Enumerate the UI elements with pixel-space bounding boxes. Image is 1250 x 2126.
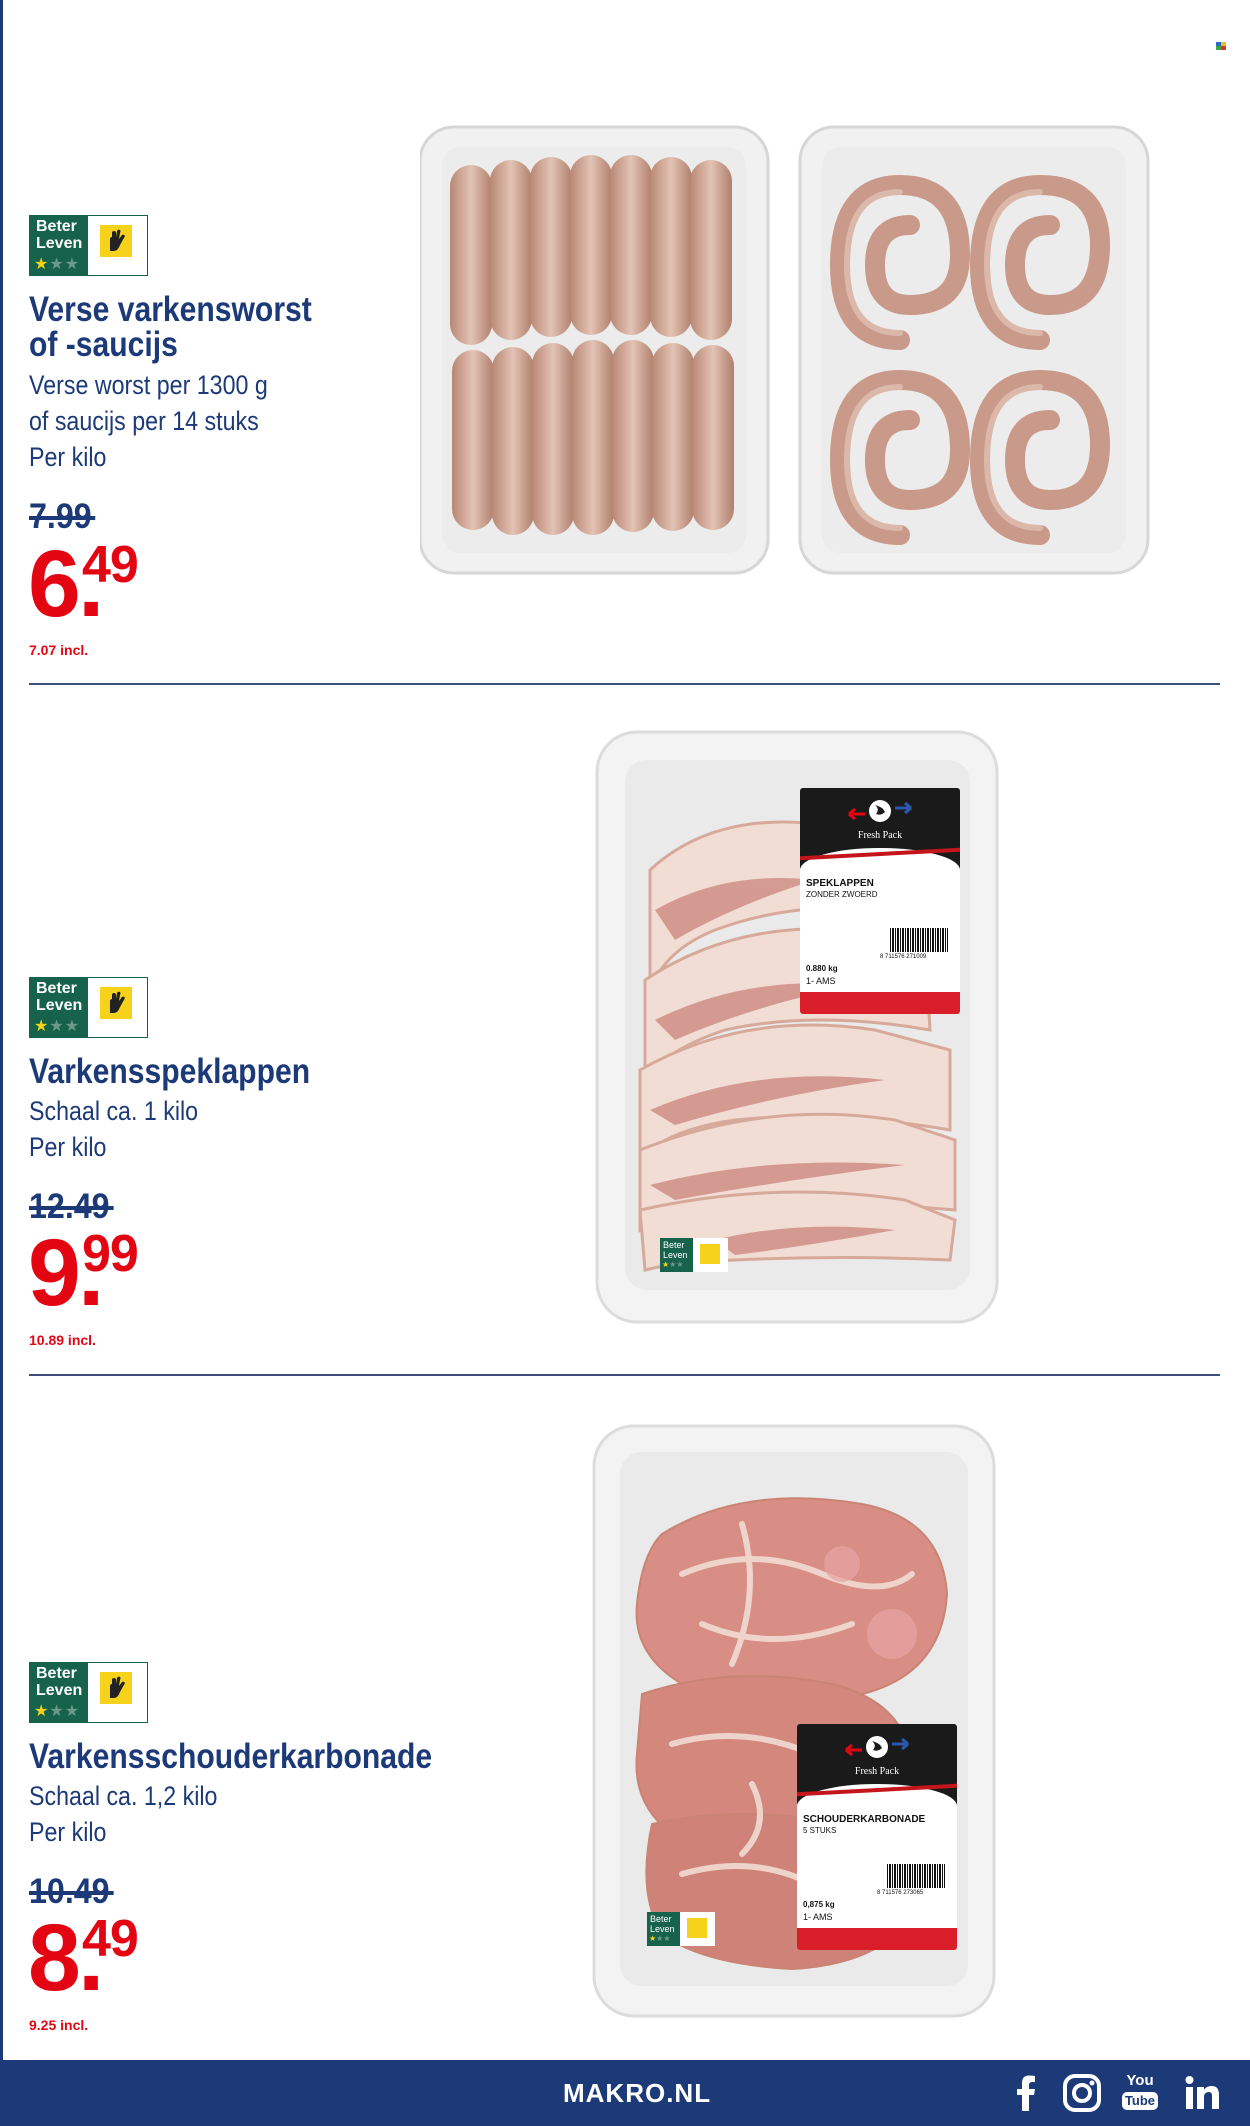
- hand-icon: [100, 987, 132, 1019]
- star-rating-icon: ★★★: [34, 256, 81, 273]
- product-detail-1: Schaal ca. 1 kilo: [29, 1096, 199, 1126]
- price-dot: .: [78, 531, 104, 637]
- mini-beter-leven-logo: Beter Leven ★★★: [647, 1912, 715, 1946]
- package-product: SPEKLAPPEN: [806, 878, 874, 889]
- star-rating-icon: ★★★: [34, 1018, 81, 1035]
- price-main: 8: [28, 1905, 81, 2011]
- package-weight: 0,875 kg: [803, 1900, 835, 1909]
- package-brand: Fresh Pack: [854, 1766, 900, 1777]
- globe-icon: [845, 1736, 909, 1758]
- product-detail-3: Per kilo: [29, 442, 107, 472]
- price-incl-vat: 7.07 incl.: [29, 642, 89, 658]
- facebook-icon[interactable]: [1006, 2073, 1046, 2113]
- hand-icon: [100, 1672, 132, 1704]
- star-rating-icon: ★★★: [34, 1703, 81, 1720]
- product-detail-2: of saucijs per 14 stuks: [29, 406, 259, 436]
- price-dot: .: [78, 1220, 104, 1326]
- youtube-text-you: You: [1126, 2072, 1154, 2089]
- product-detail-2: Per kilo: [29, 1132, 107, 1162]
- instagram-icon[interactable]: [1062, 2073, 1102, 2113]
- product-detail-1: Verse worst per 1300 g: [29, 370, 268, 400]
- beter-leven-word-2: Leven: [36, 235, 83, 252]
- package-barcode-number: 8 711576 273065: [877, 1890, 924, 1896]
- section-divider: [29, 683, 1220, 685]
- mini-logo-word-1: Beter: [650, 1914, 672, 1924]
- product-detail-2: Per kilo: [29, 1817, 107, 1847]
- product-title: Verse varkensworst of -saucijs: [29, 292, 312, 362]
- beter-leven-logo: Beter Leven ★★★: [29, 215, 148, 276]
- package-label: Fresh Pack SPEKLAPPEN ZONDER ZWOERD 8 71…: [800, 788, 960, 1014]
- product-image-schouderkarbonade: Fresh Pack SCHOUDERKARBONADE 5 STUKS 8 7…: [592, 1424, 997, 2019]
- hand-icon: [100, 225, 132, 257]
- old-price: 7.99: [29, 499, 96, 535]
- beter-leven-word-2: Leven: [36, 997, 83, 1014]
- package-store: 1- AMS: [803, 1912, 833, 1922]
- package-sub: ZONDER ZWOERD: [806, 890, 878, 899]
- beter-leven-word-1: Beter: [36, 980, 77, 997]
- product-image-speklappen: Fresh Pack SPEKLAPPEN ZONDER ZWOERD 8 71…: [595, 730, 1000, 1325]
- package-product: SCHOUDERKARBONADE: [803, 1814, 926, 1825]
- beter-leven-logo: Beter Leven ★★★: [29, 977, 148, 1038]
- price-main: 6: [28, 531, 81, 637]
- product-title: Varkensschouderkarbonade: [29, 1737, 433, 1776]
- mini-beter-leven-logo: Beter Leven ★★★: [660, 1238, 728, 1272]
- beter-leven-word-1: Beter: [36, 218, 77, 235]
- package-sub: 5 STUKS: [803, 1826, 837, 1835]
- mini-logo-word-1: Beter: [663, 1240, 685, 1250]
- beter-leven-word-2: Leven: [36, 1682, 83, 1699]
- package-barcode-number: 8 711576 271009: [880, 954, 927, 960]
- product-detail-1: Schaal ca. 1,2 kilo: [29, 1781, 218, 1811]
- globe-icon: [848, 800, 912, 822]
- price-incl-vat: 10.89 incl.: [29, 1332, 96, 1348]
- footer-bar: MAKRO.NL You Tube: [0, 2060, 1250, 2126]
- product-image-sausages: [420, 125, 1150, 575]
- section-divider: [29, 1374, 1220, 1376]
- package-store: 1- AMS: [806, 976, 836, 986]
- price-incl-vat: 9.25 incl.: [29, 2017, 89, 2033]
- product-title-line-1: Verse varkensworst: [29, 290, 312, 329]
- mini-logo-word-2: Leven: [650, 1924, 675, 1934]
- youtube-text-tube: Tube: [1122, 2092, 1158, 2110]
- barcode-icon: [887, 1864, 945, 1888]
- price-dot: .: [78, 1905, 104, 2011]
- product-title-line-2: of -saucijs: [29, 325, 178, 364]
- package-label: Fresh Pack SCHOUDERKARBONADE 5 STUKS 8 7…: [797, 1724, 957, 1950]
- mini-logo-word-2: Leven: [663, 1250, 688, 1260]
- package-brand: Fresh Pack: [857, 830, 903, 841]
- youtube-icon[interactable]: You Tube: [1120, 2073, 1160, 2113]
- product-title: Varkensspeklappen: [29, 1052, 311, 1091]
- beter-leven-logo: Beter Leven ★★★: [29, 1662, 148, 1723]
- website-link[interactable]: MAKRO.NL: [563, 2080, 711, 2106]
- linkedin-icon[interactable]: [1182, 2073, 1222, 2113]
- flag-icon: [1216, 42, 1226, 50]
- page-edge-rule: [0, 0, 3, 2060]
- price-main: 9: [28, 1220, 81, 1326]
- beter-leven-word-1: Beter: [36, 1665, 77, 1682]
- barcode-icon: [890, 928, 948, 952]
- package-weight: 0.880 kg: [806, 964, 838, 973]
